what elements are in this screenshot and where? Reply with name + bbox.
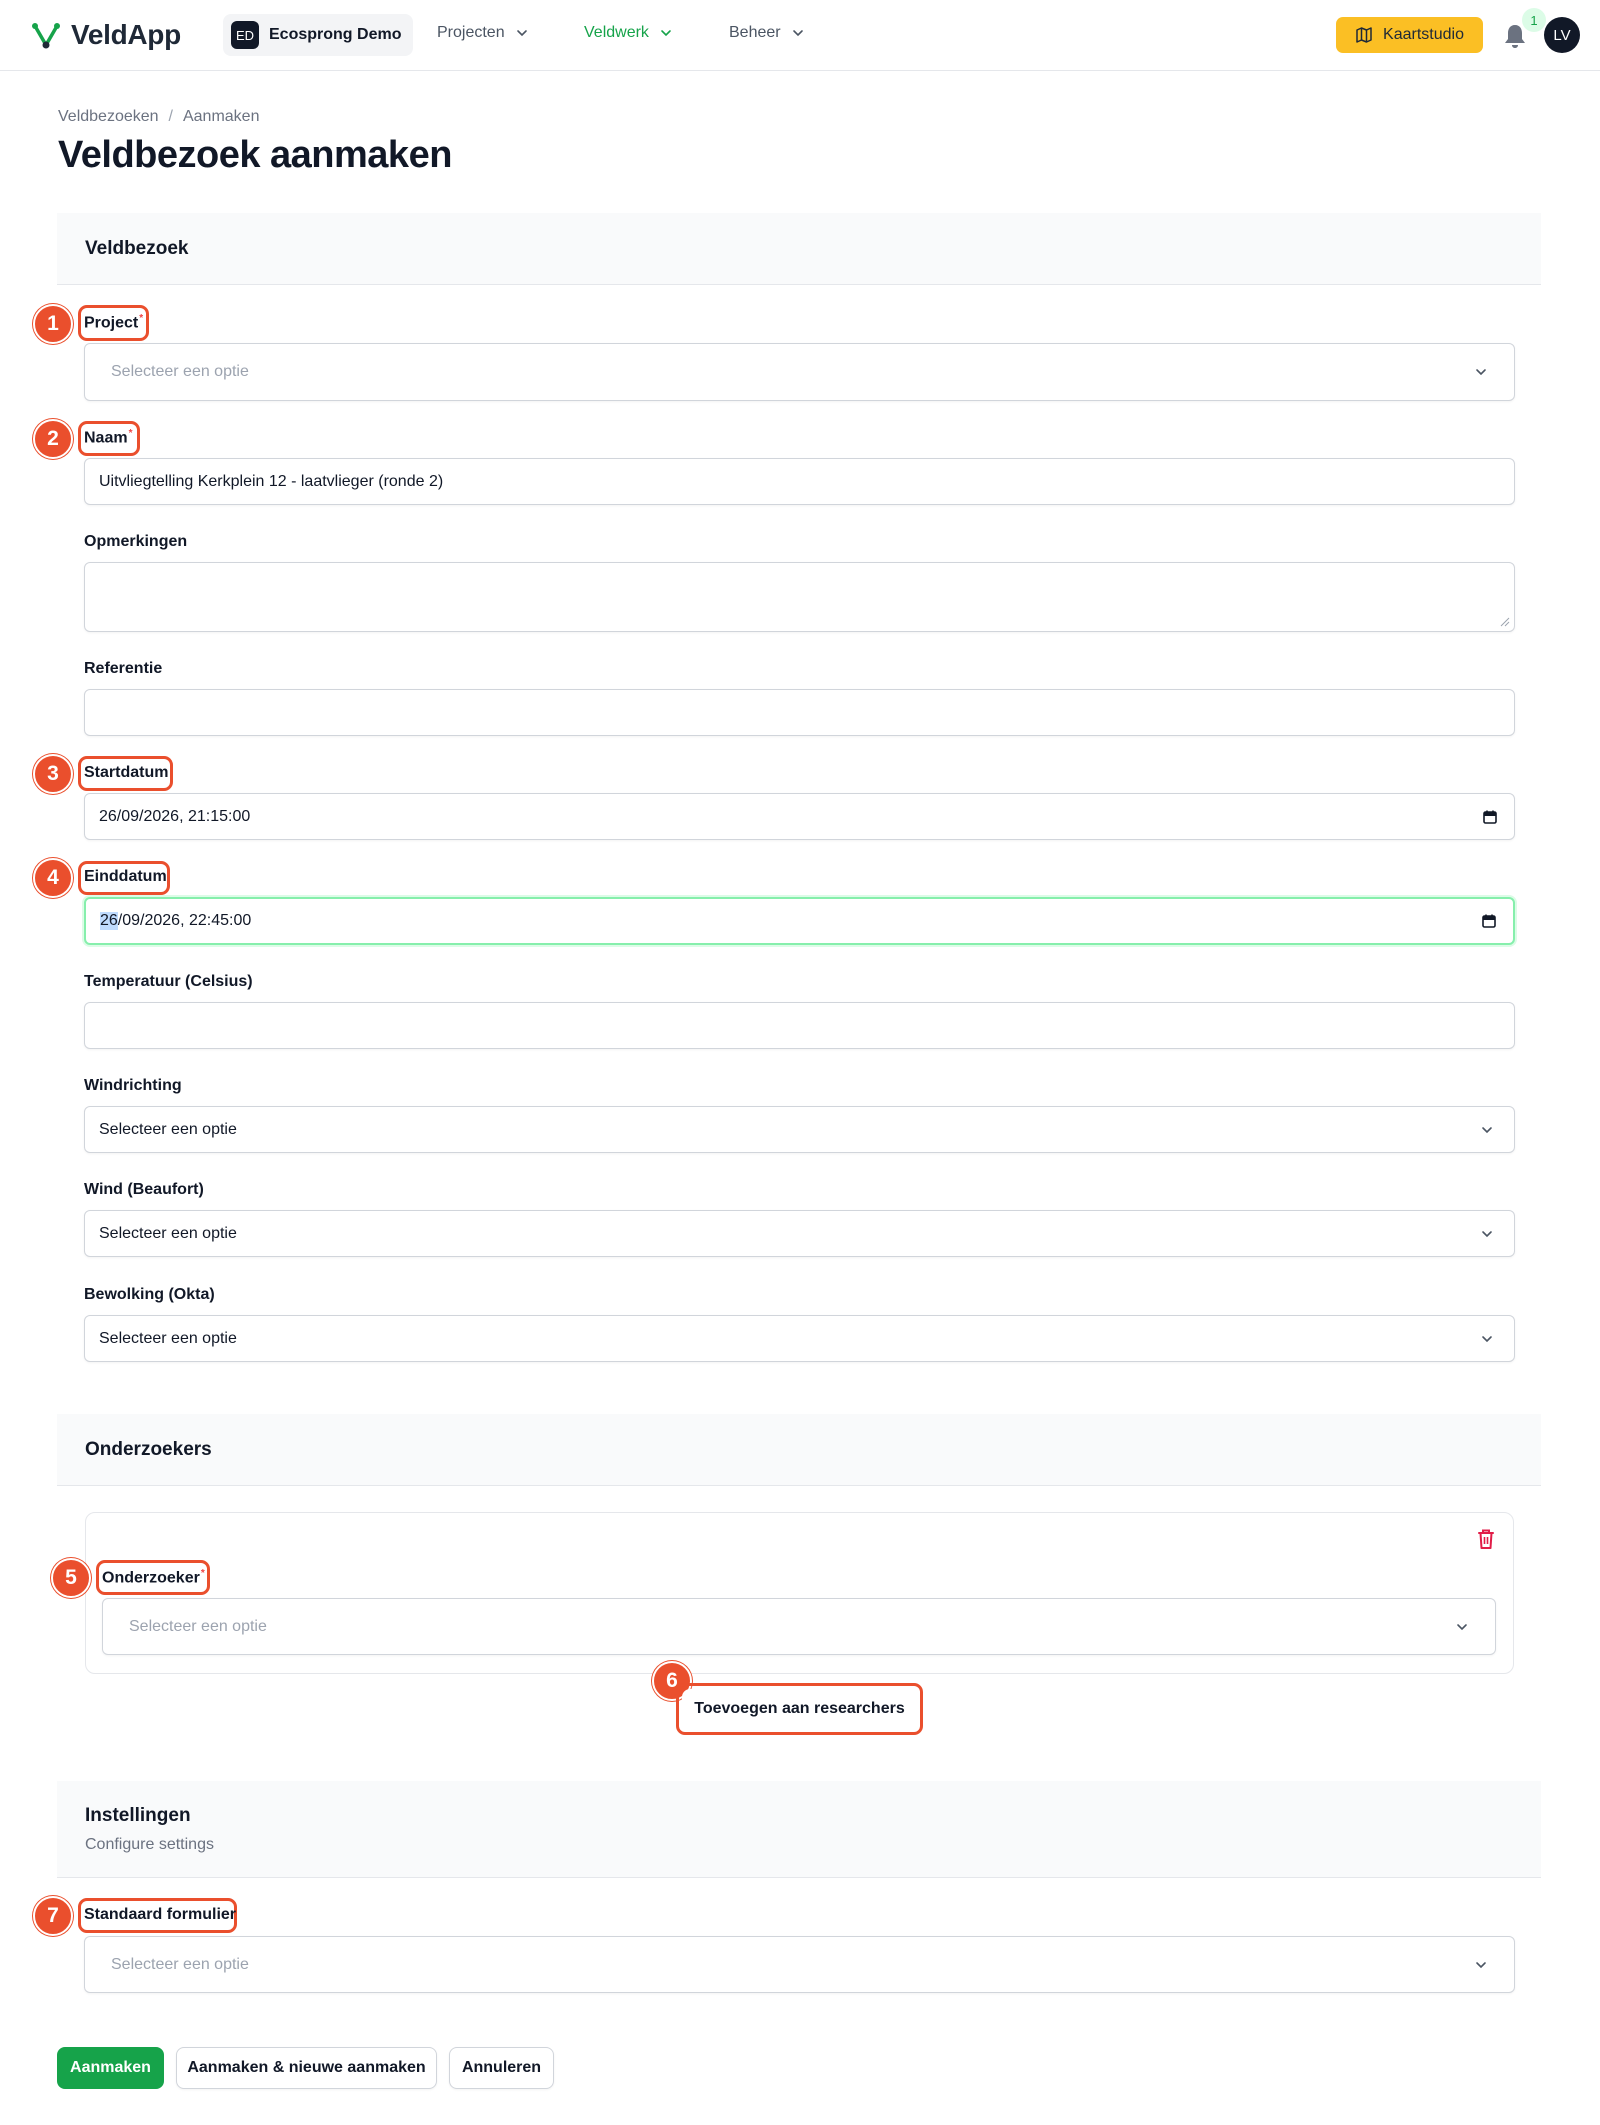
nav-item-veldwerk[interactable]: Veldwerk	[584, 24, 673, 42]
annotation-marker: 2	[33, 419, 73, 459]
naam-input[interactable]: Uitvliegtelling Kerkplein 12 - laatvlieg…	[84, 458, 1515, 505]
annotation-marker: 4	[33, 858, 73, 898]
tenant-switcher[interactable]: ED Ecosprong Demo	[223, 14, 414, 56]
windrichting-label: Windrichting	[84, 1077, 182, 1094]
project-label-text: Project	[84, 314, 139, 332]
resize-handle-icon[interactable]	[1500, 617, 1510, 627]
section-description: Configure settings	[85, 1836, 214, 1853]
breadcrumb-current: Aanmaken	[182, 108, 260, 125]
notification-count-badge: 1	[1522, 8, 1546, 32]
chevron-down-icon	[1457, 1623, 1467, 1630]
temperatuur-label: Temperatuur (Celsius)	[84, 973, 253, 990]
app-logo[interactable]: VeldApp	[31, 18, 181, 52]
annotation-marker: 5	[51, 1558, 91, 1598]
opmerkingen-label: Opmerkingen	[84, 533, 188, 550]
onderzoeker-label-text: Onderzoeker	[102, 1569, 200, 1587]
onderzoeker-label: Onderzoeker*	[102, 1568, 205, 1587]
startdatum-input[interactable]: 26/09/2026, 21:15:00	[84, 793, 1515, 840]
tenant-badge: ED	[231, 21, 259, 49]
user-avatar[interactable]: LV	[1544, 17, 1580, 53]
kaartstudio-button[interactable]: Kaartstudio	[1336, 17, 1483, 53]
nav-item-projecten[interactable]: Projecten	[437, 24, 529, 42]
project-select-placeholder: Selecteer een optie	[111, 363, 249, 380]
map-icon	[1356, 27, 1372, 43]
top-navigation: VeldApp ED Ecosprong Demo Projecten Veld…	[0, 0, 1600, 71]
page-title: Veldbezoek aanmaken	[58, 134, 452, 176]
breadcrumb-separator: /	[168, 108, 173, 125]
section-title: Onderzoekers	[85, 1439, 212, 1460]
chevron-down-icon	[792, 30, 803, 37]
create-and-new-button[interactable]: Aanmaken & nieuwe aanmaken	[176, 2047, 437, 2089]
einddatum-value: /09/2026, 22:45:00	[117, 912, 252, 929]
trash-icon[interactable]	[1476, 1528, 1496, 1550]
section-title: Veldbezoek	[85, 238, 189, 259]
wind-select[interactable]: Selecteer een optie	[84, 1210, 1515, 1257]
onderzoeker-select[interactable]: Selecteer een optie	[102, 1598, 1496, 1655]
onderzoeker-select-placeholder: Selecteer een optie	[129, 1617, 267, 1635]
cancel-button[interactable]: Annuleren	[449, 2047, 554, 2089]
referentie-label: Referentie	[84, 660, 163, 677]
nav-item-beheer[interactable]: Beheer	[729, 24, 805, 42]
naam-label: Naam*	[84, 428, 132, 447]
chevron-down-icon	[1482, 1335, 1492, 1342]
chevron-down-icon	[1482, 1126, 1492, 1133]
annotation-marker: 7	[33, 1896, 73, 1936]
kaartstudio-label: Kaartstudio	[1383, 26, 1464, 43]
section-header-veldbezoek: Veldbezoek	[57, 213, 1541, 285]
chevron-down-icon	[661, 30, 671, 37]
wind-value: Selecteer een optie	[99, 1224, 237, 1242]
section-header-onderzoekers: Onderzoekers	[57, 1414, 1541, 1486]
referentie-input[interactable]	[84, 689, 1515, 736]
project-label: Project*	[84, 313, 143, 332]
annotation-marker: 1	[33, 304, 73, 344]
required-asterisk: *	[139, 313, 144, 324]
breadcrumb: Veldbezoeken / Aanmaken	[58, 108, 259, 126]
bewolking-value: Selecteer een optie	[99, 1329, 237, 1347]
app-name: VeldApp	[71, 19, 181, 50]
annotation-marker: 3	[33, 754, 73, 794]
nav-item-label: Projecten	[437, 24, 505, 41]
windrichting-select[interactable]: Selecteer een optie	[84, 1106, 1515, 1153]
chevron-down-icon	[516, 30, 527, 37]
required-asterisk: *	[128, 428, 133, 439]
standaard-formulier-placeholder: Selecteer een optie	[111, 1955, 249, 1973]
chevron-down-icon	[1476, 1961, 1486, 1968]
startdatum-value: 26/09/2026, 21:15:00	[99, 807, 251, 825]
calendar-icon[interactable]	[1481, 913, 1497, 929]
chevron-down-icon	[1482, 1230, 1492, 1237]
einddatum-input[interactable]: 26/09/2026, 22:45:00	[84, 897, 1515, 945]
startdatum-label: Startdatum	[84, 764, 169, 781]
chevron-down-icon	[1476, 369, 1486, 376]
project-select[interactable]: Selecteer een optie	[84, 343, 1515, 401]
nav-item-label: Veldwerk	[584, 24, 649, 41]
naam-label-text: Naam	[84, 429, 128, 447]
nav-item-label: Beheer	[729, 24, 781, 41]
temperatuur-input[interactable]	[84, 1002, 1515, 1049]
einddatum-selected-segment: 26	[100, 912, 118, 930]
calendar-icon[interactable]	[1482, 809, 1498, 825]
standaard-formulier-select[interactable]: Selecteer een optie	[84, 1936, 1515, 1993]
bewolking-select[interactable]: Selecteer een optie	[84, 1315, 1515, 1362]
section-title: Instellingen	[85, 1805, 191, 1826]
add-researcher-button[interactable]: Toevoegen aan researchers	[682, 1689, 917, 1729]
breadcrumb-link-veldbezoeken[interactable]: Veldbezoeken	[58, 108, 159, 126]
section-header-instellingen: Instellingen Configure settings	[57, 1781, 1541, 1878]
veldapp-logo-icon	[32, 23, 60, 49]
naam-input-value: Uitvliegtelling Kerkplein 12 - laatvlieg…	[99, 472, 444, 490]
bewolking-label: Bewolking (Okta)	[84, 1286, 215, 1303]
einddatum-label: Einddatum	[84, 868, 167, 885]
standaard-formulier-label: Standaard formulier	[84, 1906, 237, 1923]
opmerkingen-textarea[interactable]	[84, 562, 1515, 632]
create-button[interactable]: Aanmaken	[57, 2047, 164, 2089]
windrichting-value: Selecteer een optie	[99, 1120, 237, 1138]
wind-label: Wind (Beaufort)	[84, 1181, 204, 1198]
required-asterisk: *	[200, 1568, 205, 1579]
tenant-name: Ecosprong Demo	[269, 26, 402, 43]
